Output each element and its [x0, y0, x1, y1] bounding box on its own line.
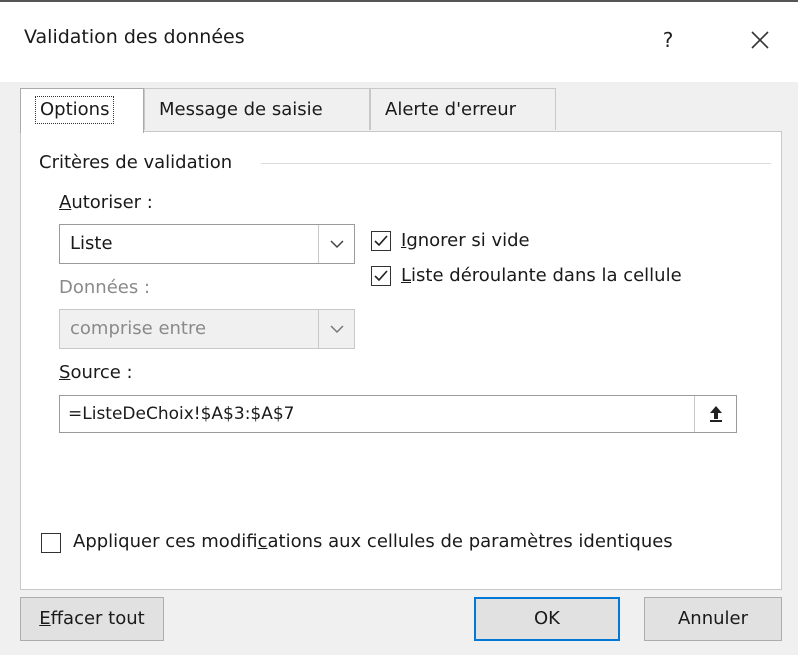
close-button[interactable] — [738, 20, 782, 60]
apply-all-label[interactable]: Appliquer ces modifications aux cellules… — [73, 531, 673, 552]
ok-button[interactable]: OK — [474, 597, 620, 641]
close-icon — [751, 31, 769, 49]
data-select-arrow[interactable] — [318, 310, 354, 348]
checkmark-icon — [374, 235, 388, 247]
clear-all-button[interactable]: Effacer tout — [20, 597, 164, 641]
tab-input-message[interactable]: Message de saisie — [144, 88, 370, 130]
chevron-down-icon — [329, 239, 344, 248]
in-cell-dropdown-label[interactable]: Liste déroulante dans la cellule — [401, 265, 682, 286]
in-cell-dropdown-checkbox[interactable] — [371, 266, 391, 286]
dialog-title: Validation des données — [24, 26, 245, 48]
tab-options-label: Options — [35, 96, 115, 124]
cancel-button[interactable]: Annuler — [644, 597, 782, 641]
data-select-value: comprise entre — [70, 318, 207, 339]
allow-select-value: Liste — [70, 233, 113, 254]
collapse-dialog-button[interactable] — [694, 396, 736, 432]
allow-select[interactable]: Liste — [59, 224, 355, 264]
criteria-group-title: Critères de validation — [39, 152, 243, 173]
checkmark-icon — [374, 270, 388, 282]
source-input[interactable]: =ListeDeChoix!$A$3:$A$7 — [59, 395, 737, 433]
allow-label: Autoriser : — [59, 192, 153, 213]
data-validation-dialog: Validation des données ? Options Message… — [0, 0, 798, 655]
tab-error-alert[interactable]: Alerte d'erreur — [370, 88, 556, 130]
chevron-down-icon — [329, 324, 344, 333]
title-bar: Validation des données ? — [0, 2, 798, 82]
allow-select-arrow[interactable] — [318, 225, 354, 263]
source-input-value: =ListeDeChoix!$A$3:$A$7 — [68, 404, 295, 424]
ignore-blank-label[interactable]: Ignorer si vide — [401, 230, 530, 251]
data-label: Données : — [59, 277, 151, 298]
data-select[interactable]: comprise entre — [59, 309, 355, 349]
arrow-up-icon — [709, 406, 722, 422]
ignore-blank-checkbox[interactable] — [371, 231, 391, 251]
apply-all-checkbox[interactable] — [41, 533, 61, 553]
help-button[interactable]: ? — [650, 20, 686, 60]
tab-options[interactable]: Options — [20, 88, 144, 133]
source-label: Source : — [59, 362, 133, 383]
options-panel: Critères de validation Autoriser : Liste… — [20, 131, 782, 590]
group-divider — [261, 163, 771, 164]
